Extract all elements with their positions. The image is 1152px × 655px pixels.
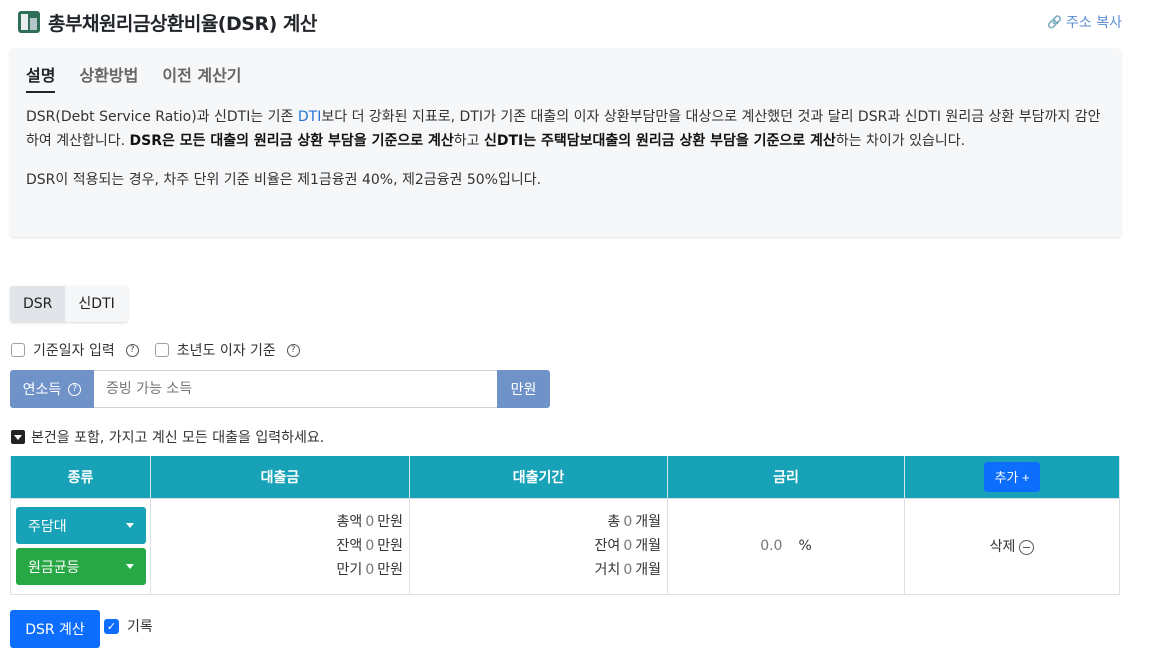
amount-label: 만기 — [336, 562, 363, 578]
header-amount: 대출금 — [150, 456, 410, 499]
info-panel: 설명 상환방법 이전 계산기 DSR(Debt Service Ratio)과 … — [10, 48, 1121, 237]
base-date-option[interactable]: 기준일자 입력 ? — [11, 340, 139, 360]
link-icon: 🔗 — [1047, 15, 1063, 29]
period-remaining[interactable]: 잔여 0 개월 — [411, 534, 661, 558]
amount-balance[interactable]: 잔액 0 만원 — [152, 534, 403, 558]
loan-type-cell: 주담대 원금균등 — [10, 497, 151, 595]
dti-link[interactable]: DTI — [298, 109, 321, 125]
period-grace[interactable]: 거치 0 개월 — [411, 558, 661, 582]
help-icon[interactable]: ? — [125, 343, 139, 357]
header: 총부채원리금상환비율(DSR) 계산 🔗 주소 복사 — [18, 8, 1122, 36]
copy-address-label: 주소 복사 — [1066, 15, 1122, 31]
desc-text: 하는 차이가 있습니다. — [835, 133, 966, 149]
caret-down-icon[interactable] — [11, 430, 25, 444]
delete-cell: 삭제 — [904, 497, 1120, 595]
record-option[interactable]: ✓ 기록 — [104, 616, 153, 636]
loan-type-select[interactable]: 주담대 — [16, 507, 146, 544]
income-input[interactable] — [94, 370, 497, 408]
chevron-down-icon — [126, 564, 134, 569]
table-row: 주담대 원금균등 총액 0 만원 잔액 0 만원 만기 0 만원 총 0 개월 잔여 0 개월 거치… — [10, 497, 1120, 595]
loan-note-text: 본건을 포함, 가지고 계신 모든 대출을 입력하세요. — [31, 430, 325, 446]
amount-maturity[interactable]: 만기 0 만원 — [152, 558, 403, 582]
period-label: 잔여 — [594, 538, 621, 554]
minus-circle-icon — [1019, 539, 1035, 555]
ratio-note: DSR이 적용되는 경우, 차주 단위 기준 비율은 제1금융권 40%, 제2… — [26, 172, 542, 188]
delete-button[interactable]: 삭제 — [990, 539, 1035, 555]
record-label: 기록 — [127, 619, 153, 635]
amount-unit: 만원 — [377, 538, 403, 554]
amount-value[interactable]: 0 — [365, 538, 374, 554]
loan-amount-cell: 총액 0 만원 잔액 0 만원 만기 0 만원 — [150, 497, 410, 595]
amount-total[interactable]: 총액 0 만원 — [152, 510, 403, 534]
income-label: 연소득 ? — [10, 370, 94, 408]
base-date-label: 기준일자 입력 — [33, 343, 115, 359]
loan-rate-cell: 0.0% — [667, 497, 905, 595]
rate-input[interactable]: 0.0 — [760, 538, 782, 554]
delete-label: 삭제 — [989, 539, 1016, 555]
period-value[interactable]: 0 — [623, 562, 632, 578]
amount-label: 잔액 — [336, 538, 363, 554]
description-paragraph: DSR(Debt Service Ratio)과 신DTI는 기존 DTI보다 … — [26, 105, 1105, 153]
base-date-checkbox[interactable] — [11, 343, 25, 357]
loan-note-toggle[interactable]: 본건을 포함, 가지고 계신 모든 대출을 입력하세요. — [11, 427, 324, 447]
help-icon[interactable]: ? — [68, 382, 82, 396]
amount-label: 총액 — [336, 514, 363, 530]
repayment-type-value: 원금균등 — [28, 559, 80, 576]
header-type: 종류 — [10, 456, 151, 499]
add-loan-button[interactable]: 추가 + — [984, 461, 1040, 492]
building-icon — [18, 11, 40, 33]
repayment-type-select[interactable]: 원금균등 — [16, 548, 146, 585]
check-icon[interactable]: ✓ — [104, 618, 119, 634]
amount-value[interactable]: 0 — [365, 514, 374, 530]
options-row: 기준일자 입력 ? 초년도 이자 기준 ? — [11, 340, 300, 360]
amount-unit: 만원 — [377, 562, 403, 578]
title-group: 총부채원리금상환비율(DSR) 계산 — [18, 9, 317, 36]
tab-repayment-method[interactable]: 상환방법 — [79, 62, 138, 93]
first-year-option[interactable]: 초년도 이자 기준 ? — [154, 340, 300, 360]
help-icon[interactable]: ? — [286, 343, 300, 357]
desc-text: 하고 — [453, 133, 484, 149]
copy-address-link[interactable]: 🔗 주소 복사 — [1047, 12, 1122, 32]
first-year-checkbox[interactable] — [154, 343, 169, 357]
amount-unit: 만원 — [377, 514, 403, 530]
period-label: 거치 — [594, 562, 621, 578]
info-tabs: 설명 상환방법 이전 계산기 — [26, 62, 1105, 93]
desc-bold-dsr: DSR은 모든 대출의 원리금 상환 부담을 기준으로 계산 — [129, 133, 454, 149]
income-input-group: 연소득 ? 만원 — [10, 370, 550, 408]
page-title: 총부채원리금상환비율(DSR) 계산 — [48, 12, 317, 35]
loan-type-value: 주담대 — [28, 518, 67, 535]
mode-toggle-group: DSR 신DTI — [10, 286, 128, 322]
amount-value[interactable]: 0 — [365, 562, 374, 578]
desc-text: DSR(Debt Service Ratio)과 신DTI는 기존 — [26, 109, 298, 125]
period-value[interactable]: 0 — [623, 514, 632, 530]
tab-previous-calculator[interactable]: 이전 계산기 — [162, 62, 241, 93]
income-label-text: 연소득 — [22, 382, 62, 398]
desc-bold-newdti: 신DTI는 주택담보대출의 원리금 상환 부담을 기준으로 계산 — [483, 133, 836, 149]
period-unit: 개월 — [635, 562, 661, 578]
header-actions: 추가 + — [904, 456, 1120, 499]
rate-unit: % — [798, 538, 812, 554]
table-header-row: 종류 대출금 대출기간 금리 추가 + — [10, 456, 1120, 499]
mode-dsr-button[interactable]: DSR — [10, 286, 66, 322]
header-rate: 금리 — [667, 456, 905, 499]
period-total[interactable]: 총 0 개월 — [411, 510, 661, 534]
first-year-label: 초년도 이자 기준 — [176, 343, 276, 359]
header-period: 대출기간 — [409, 456, 668, 499]
period-unit: 개월 — [635, 538, 661, 554]
period-value[interactable]: 0 — [623, 538, 632, 554]
loan-period-cell: 총 0 개월 잔여 0 개월 거치 0 개월 — [409, 497, 668, 595]
period-label: 총 — [607, 514, 621, 530]
income-unit: 만원 — [497, 370, 550, 408]
dsr-calculate-button[interactable]: DSR 계산 — [10, 610, 100, 648]
chevron-down-icon — [126, 523, 134, 528]
mode-newdti-button[interactable]: 신DTI — [65, 286, 128, 322]
loan-table: 종류 대출금 대출기간 금리 추가 + 주담대 원금균등 총액 0 만원 잔액 … — [10, 456, 1120, 595]
tab-description[interactable]: 설명 — [26, 62, 56, 93]
period-unit: 개월 — [635, 514, 661, 530]
